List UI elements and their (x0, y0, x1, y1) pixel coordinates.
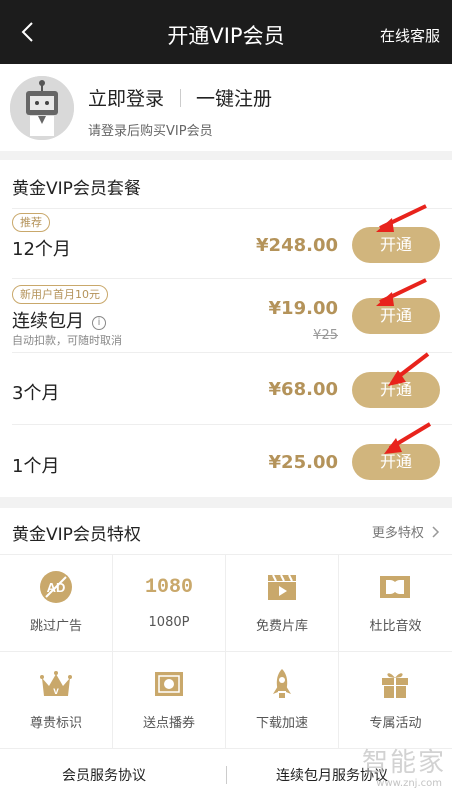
privilege-item[interactable]: 下载加速 (226, 652, 339, 749)
privilege-label: 送点播券 (142, 716, 195, 731)
privilege-item[interactable]: 1080 1080P (113, 555, 226, 652)
online-support-link[interactable]: 在线客服 (380, 25, 440, 46)
watermark-logo: 智能家 (361, 748, 446, 778)
plan-old-price: ¥25 (313, 328, 338, 343)
plan-price: ¥19.00 (268, 298, 338, 319)
new-user-badge: 新用户首月10元 (12, 285, 108, 304)
dolby-icon (377, 569, 413, 605)
info-icon[interactable]: i (92, 316, 106, 330)
avatar[interactable] (10, 76, 74, 140)
more-privileges-label: 更多特权 (371, 526, 424, 541)
divider (180, 89, 181, 107)
1080-icon-text: 1080 (144, 575, 193, 599)
plan-price: ¥248.00 (256, 235, 338, 256)
privilege-label: 下载加速 (255, 716, 308, 731)
privilege-section-title: 黄金VIP会员特权 (12, 525, 141, 545)
plan-name: 3个月 (12, 383, 60, 404)
privilege-item[interactable]: 送点播券 (113, 652, 226, 749)
login-section: 立即登录 一键注册 请登录后购买VIP会员 (0, 64, 452, 151)
login-button[interactable]: 立即登录 (88, 84, 164, 111)
crown-icon: v (38, 666, 74, 702)
plan-note: 自动扣款，可随时取消 (12, 334, 122, 347)
privilege-label: 1080P (148, 615, 190, 630)
privilege-label: 跳过广告 (29, 619, 82, 634)
privilege-item[interactable]: 专属活动 (339, 652, 452, 749)
svg-text:v: v (53, 686, 59, 697)
privilege-item[interactable]: AD 跳过广告 (0, 555, 113, 652)
privilege-label: 专属活动 (369, 716, 422, 731)
plan-name: 连续包月 i (12, 307, 106, 333)
rocket-icon (264, 666, 300, 702)
no-ad-icon: AD (38, 569, 74, 605)
red-arrow-icon (376, 278, 427, 306)
1080-icon: 1080 (144, 569, 194, 605)
robot-avatar-icon (10, 76, 74, 140)
privilege-item[interactable]: v 尊贵标识 (0, 652, 113, 749)
privilege-item[interactable]: 杜比音效 (339, 555, 452, 652)
top-navbar: 开通VIP会员 在线客服 (0, 0, 452, 64)
divider (226, 766, 227, 784)
privilege-label: 尊贵标识 (29, 716, 82, 731)
red-arrow-icon (376, 204, 427, 232)
login-hint: 请登录后购买VIP会员 (88, 124, 213, 139)
gift-icon (377, 666, 413, 702)
ticket-icon (151, 666, 187, 702)
clapperboard-icon (264, 569, 300, 605)
register-button[interactable]: 一键注册 (196, 84, 272, 111)
plan-price: ¥68.00 (268, 379, 338, 400)
recommend-badge: 推荐 (12, 213, 50, 232)
plan-name-text: 连续包月 (12, 311, 84, 332)
plan-price: ¥25.00 (268, 452, 338, 473)
chevron-right-icon (432, 526, 440, 538)
red-arrow-icon (384, 422, 432, 454)
privilege-grid: AD 跳过广告 1080 1080P 免费片库 杜比音效 v (0, 554, 452, 749)
red-arrow-icon (388, 352, 430, 386)
privilege-label: 杜比音效 (369, 619, 422, 634)
member-agreement-link[interactable]: 会员服务协议 (62, 765, 146, 785)
privilege-label: 免费片库 (255, 619, 308, 634)
watermark-url: www.znj.com (376, 778, 442, 789)
privilege-item[interactable]: 免费片库 (226, 555, 339, 652)
plan-name: 12个月 (12, 239, 71, 260)
plan-section: 黄金VIP会员套餐 推荐 12个月 ¥248.00 开通 新用户首月10元 连续… (0, 160, 452, 497)
more-privileges-link[interactable]: 更多特权 (372, 522, 440, 541)
privilege-section: 黄金VIP会员特权 更多特权 AD 跳过广告 1080 1080P 免费片库 (0, 508, 452, 749)
plan-name: 1个月 (12, 456, 60, 477)
plan-section-title: 黄金VIP会员套餐 (12, 179, 141, 199)
